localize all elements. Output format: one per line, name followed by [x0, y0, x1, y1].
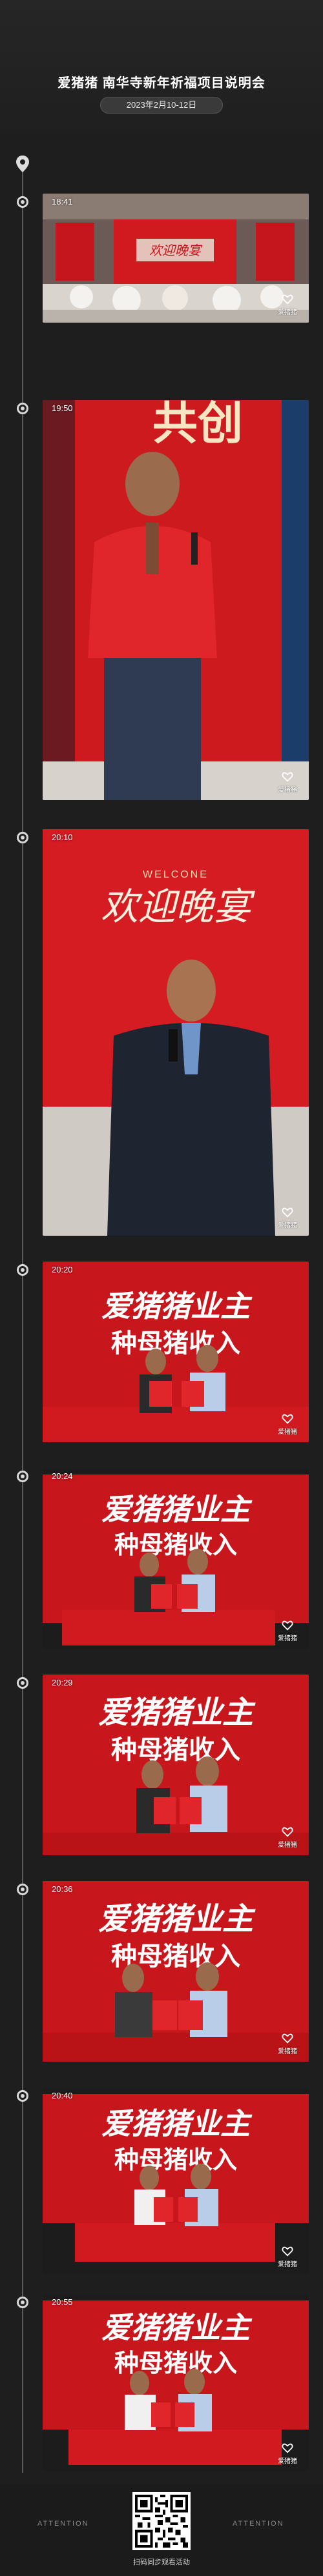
location-pin-icon — [16, 156, 29, 172]
event-photo[interactable]: 20:29 爱猪猪业主 种母猪收入 爱猪猪 — [43, 1675, 309, 1855]
entry-time: 20:36 — [52, 1884, 73, 1894]
brand-watermark: 爱猪猪 — [274, 2033, 301, 2055]
watermark-label: 爱猪猪 — [278, 1429, 297, 1436]
heart-logo-icon — [282, 2033, 293, 2044]
watermark-label: 爱猪猪 — [278, 1222, 297, 1229]
heart-logo-icon — [282, 1207, 293, 1218]
backdrop-banner-line1: 爱猪猪业主 — [101, 1289, 253, 1323]
signing-image: 爱猪猪业主 种母猪收入 — [43, 1468, 309, 1649]
signing-image: 爱猪猪业主 种母猪收入 — [43, 2294, 309, 2471]
backdrop-banner-line1: 爱猪猪业主 — [98, 1902, 256, 1937]
event-date-badge: 2023年2月10-12日 — [100, 97, 223, 114]
timeline-dot — [17, 832, 28, 843]
entry-time: 20:24 — [52, 1471, 73, 1481]
backdrop-banner-line1: 爱猪猪业主 — [101, 2107, 253, 2140]
event-photo[interactable]: 20:10 WELCONE 欢迎晚宴 爱猪猪 — [43, 829, 309, 1236]
event-photo[interactable]: 20:36 爱猪猪业主 种母猪收入 爱猪猪 — [43, 1881, 309, 2062]
event-photo[interactable]: 20:40 爱猪猪业主 种母猪收入 爱猪猪 — [43, 2088, 309, 2275]
heart-logo-icon — [282, 1414, 293, 1424]
watermark-label: 爱猪猪 — [278, 787, 297, 794]
backdrop-banner-line1: 爱猪猪业主 — [101, 2311, 253, 2344]
backdrop-big-text: 共创 — [152, 400, 243, 448]
backdrop-banner-line2: 种母猪收入 — [114, 2350, 237, 2377]
heart-logo-icon — [282, 772, 293, 782]
page-title: 爱猪猪 南华寺新年祈福项目说明会 — [57, 76, 266, 90]
brand-watermark: 爱猪猪 — [274, 294, 301, 316]
watermark-label: 爱猪猪 — [278, 2458, 297, 2465]
event-photo[interactable]: 19:50 共创 爱猪猪 — [43, 400, 309, 800]
heart-logo-icon — [282, 1827, 293, 1837]
backdrop-welcome-text: 欢迎晚宴 — [101, 885, 255, 929]
page-header: 爱猪猪 南华寺新年祈福项目说明会 2023年2月10-12日 — [0, 0, 323, 136]
brand-watermark: 爱猪猪 — [274, 1207, 301, 1229]
timeline-dot — [17, 196, 28, 208]
speaker-image: 共创 — [43, 400, 309, 800]
watermark-label: 爱猪猪 — [278, 1842, 297, 1849]
watermark-label: 爱猪猪 — [278, 1635, 297, 1642]
event-photo[interactable]: 20:20 爱猪猪业主 种母猪收入 爱猪猪 — [43, 1262, 309, 1442]
backdrop-banner-line2: 种母猪收入 — [111, 1329, 240, 1358]
heart-logo-icon — [282, 1620, 293, 1631]
event-photo[interactable]: 20:55 爱猪猪业主 种母猪收入 爱猪猪 — [43, 2294, 309, 2471]
backdrop-banner-line1: 爱猪猪业主 — [98, 1696, 256, 1730]
event-photo[interactable]: 20:24 爱猪猪业主 种母猪收入 爱猪猪 — [43, 1468, 309, 1649]
qr-code-icon — [135, 2495, 188, 2548]
attention-label-left: ATTENTION — [37, 2520, 89, 2528]
signing-image: 爱猪猪业主 种母猪收入 — [43, 1675, 309, 1855]
entry-time: 20:40 — [52, 2091, 73, 2100]
backdrop-banner-line2: 种母猪收入 — [114, 1532, 237, 1559]
entry-time: 19:50 — [52, 403, 73, 413]
entry-time: 18:41 — [52, 197, 73, 206]
backdrop-welcome-text: 欢迎晚宴 — [149, 243, 203, 258]
speaker-image: WELCONE 欢迎晚宴 — [43, 829, 309, 1236]
timeline-dot — [17, 1264, 28, 1276]
backdrop-banner-line1: 爱猪猪业主 — [101, 1493, 253, 1526]
signing-image: 爱猪猪业主 种母猪收入 — [43, 2088, 309, 2275]
page-footer: ATTENTION ATTENTION 扫码同步观看活动 — [0, 2484, 323, 2576]
brand-watermark: 爱猪猪 — [274, 771, 301, 794]
heart-logo-icon — [282, 2246, 293, 2257]
brand-watermark: 爱猪猪 — [274, 2442, 301, 2465]
event-photo[interactable]: 18:41 欢迎晚宴 爱猪猪 — [43, 194, 309, 323]
banquet-hall-image: 欢迎晚宴 — [43, 194, 309, 323]
attention-label-right: ATTENTION — [233, 2520, 284, 2528]
timeline-dot — [17, 2090, 28, 2102]
timeline-dot — [17, 1471, 28, 1482]
watermark-label: 爱猪猪 — [278, 2048, 297, 2055]
brand-watermark: 爱猪猪 — [274, 2246, 301, 2268]
entry-time: 20:20 — [52, 1265, 73, 1274]
timeline-dot — [17, 403, 28, 414]
timeline-dot — [17, 1884, 28, 1895]
heart-logo-icon — [282, 2443, 293, 2453]
entry-time: 20:29 — [52, 1678, 73, 1687]
brand-watermark: 爱猪猪 — [274, 1826, 301, 1849]
backdrop-banner-line2: 种母猪收入 — [111, 1736, 240, 1764]
backdrop-banner-line2: 种母猪收入 — [114, 2147, 237, 2174]
brand-watermark: 爱猪猪 — [274, 1413, 301, 1436]
timeline-dot — [17, 2297, 28, 2308]
entry-time: 20:10 — [52, 832, 73, 842]
qr-code[interactable] — [132, 2492, 191, 2550]
signing-image: 爱猪猪业主 种母猪收入 — [43, 1262, 309, 1442]
backdrop-welcome-en: WELCONE — [143, 869, 209, 880]
entry-time: 20:55 — [52, 2297, 73, 2307]
watermark-label: 爱猪猪 — [278, 309, 297, 316]
qr-caption: 扫码同步观看活动 — [133, 2559, 190, 2566]
heart-logo-icon — [282, 294, 293, 305]
brand-watermark: 爱猪猪 — [274, 1620, 301, 1642]
timeline-dot — [17, 1677, 28, 1689]
signing-image: 爱猪猪业主 种母猪收入 — [43, 1881, 309, 2062]
timeline-line — [22, 169, 23, 2473]
watermark-label: 爱猪猪 — [278, 2261, 297, 2268]
